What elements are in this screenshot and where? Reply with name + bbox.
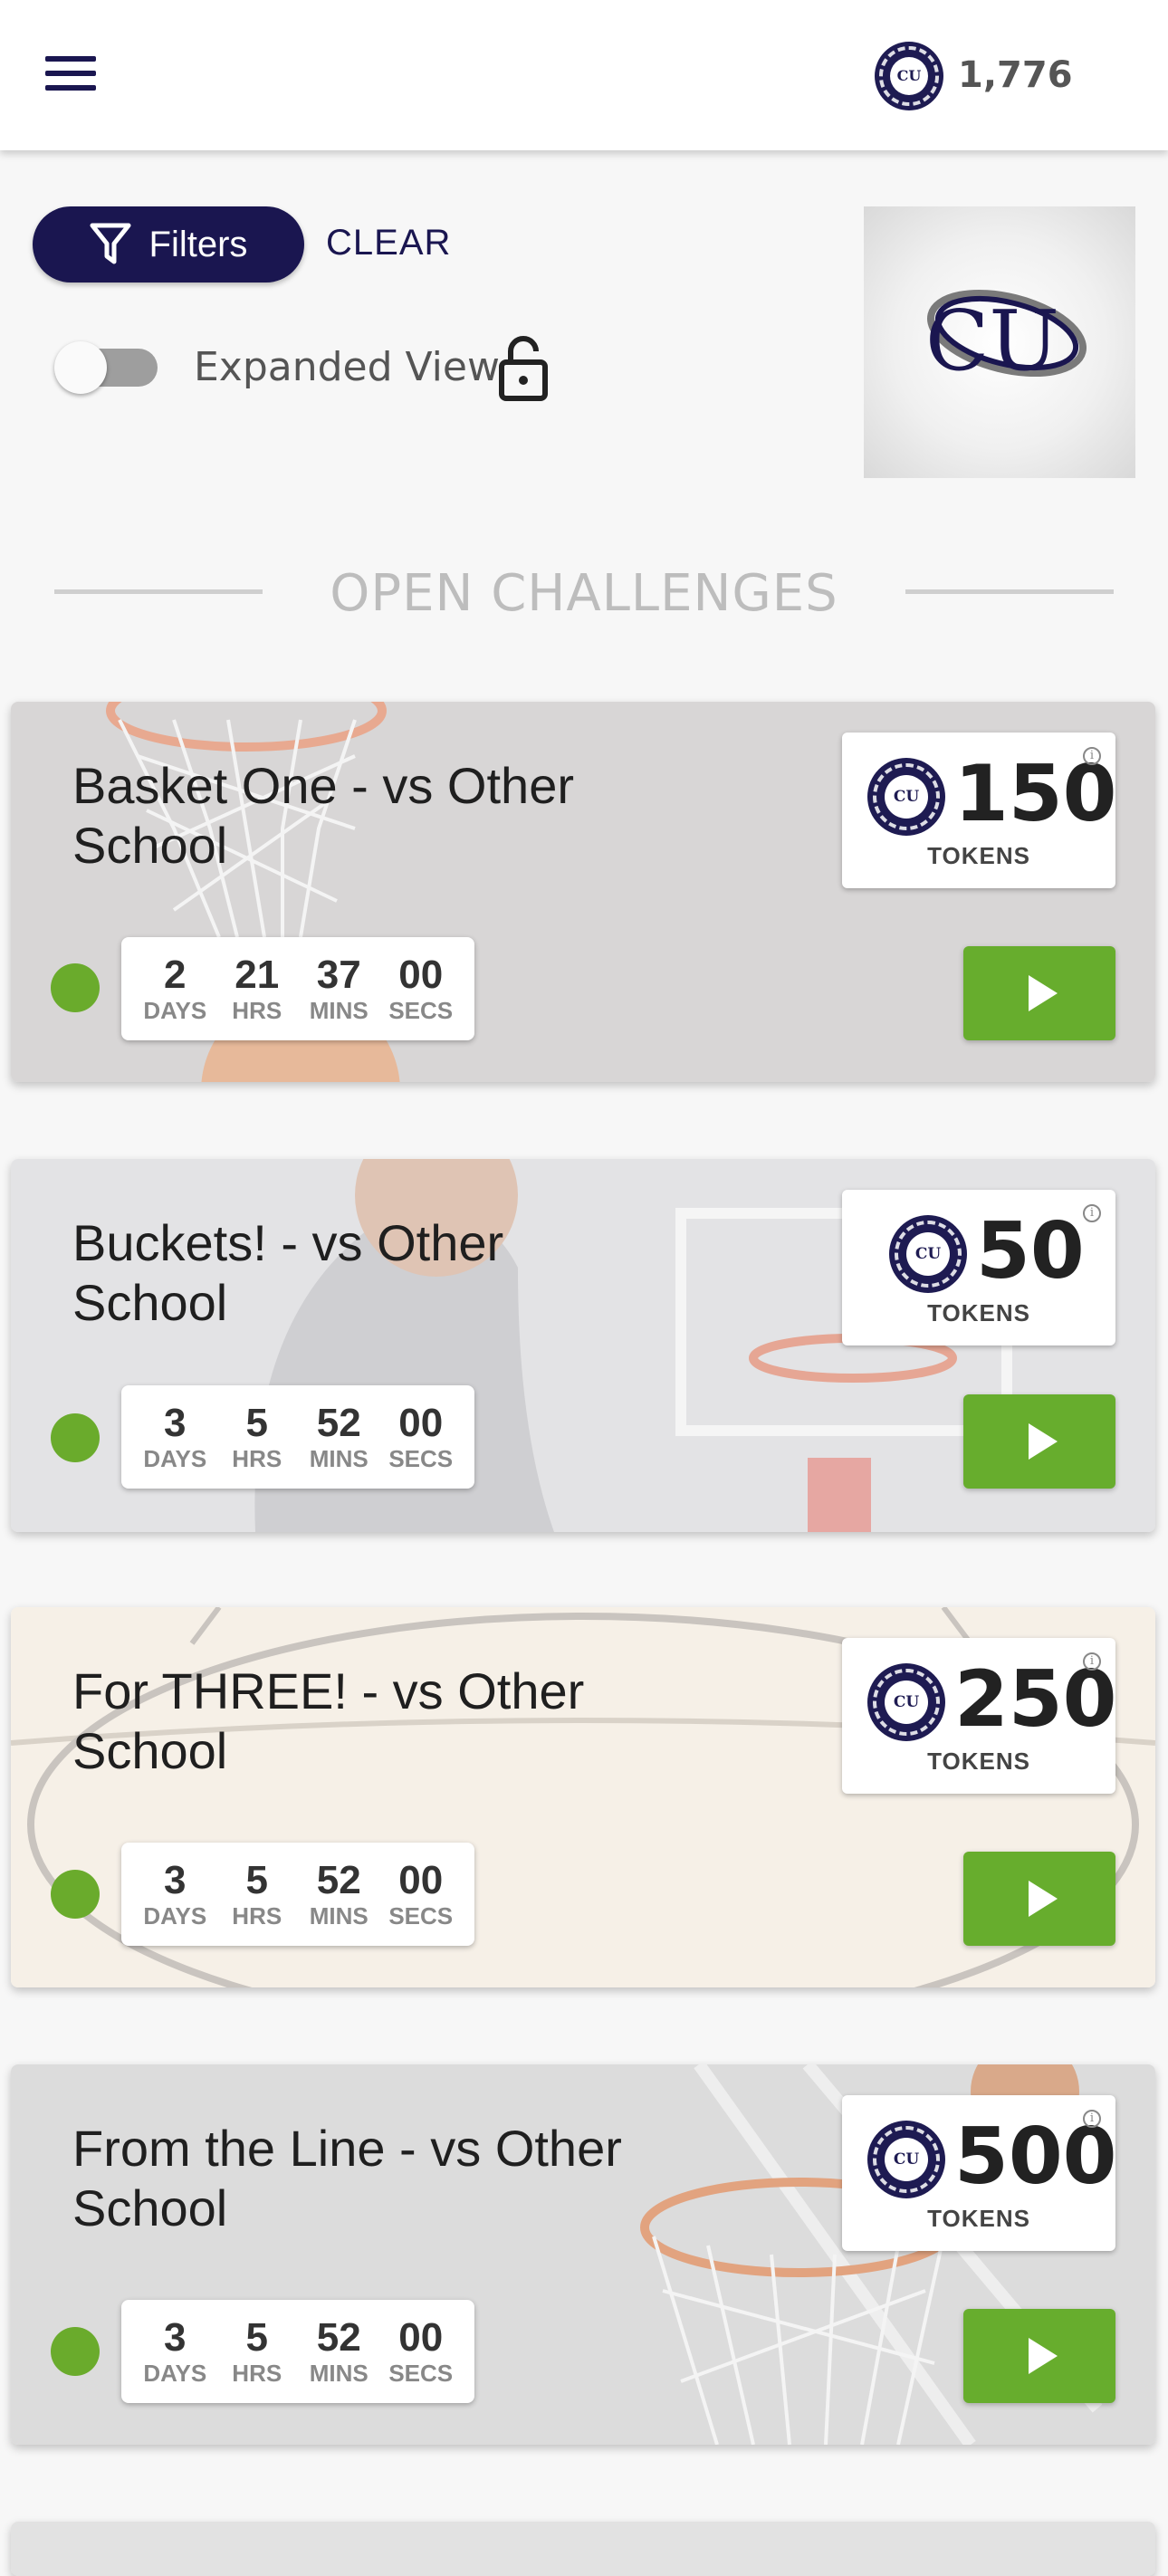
play-icon xyxy=(1029,1423,1058,1460)
countdown-mins: 52 xyxy=(316,1401,361,1445)
countdown-secs-label: SECS xyxy=(388,1445,454,1472)
challenge-title: For THREE! - vs Other School xyxy=(72,1662,585,1779)
challenge-card[interactable]: Buckets! - vs Other School CU 50 TOKENS … xyxy=(11,1159,1155,1532)
countdown-days-label: DAYS xyxy=(143,997,207,1024)
status-dot xyxy=(51,1870,100,1919)
countdown-mins: 52 xyxy=(316,2315,361,2360)
countdown-hrs: 5 xyxy=(245,2315,268,2360)
play-button[interactable] xyxy=(963,1852,1115,1946)
tokens-label: TOKENS xyxy=(927,1748,1030,1775)
countdown-mins: 52 xyxy=(316,1858,361,1902)
countdown-mins-label: MINS xyxy=(309,997,369,1024)
countdown-secs: 00 xyxy=(398,1401,444,1445)
countdown-hrs-label: HRS xyxy=(232,2360,282,2387)
token-balance: 1,776 xyxy=(958,54,1073,96)
countdown-hrs: 21 xyxy=(235,953,280,997)
countdown-timer: 2 DAYS 21 HRS 37 MINS 00 SECS xyxy=(121,937,474,1040)
filter-icon xyxy=(90,223,131,264)
countdown-secs: 00 xyxy=(398,2315,444,2360)
status-dot xyxy=(51,963,100,1012)
countdown-timer: 3 DAYS 5 HRS 52 MINS 00 SECS xyxy=(121,1843,474,1946)
countdown-hrs-label: HRS xyxy=(232,1902,282,1930)
countdown-days: 2 xyxy=(164,953,187,997)
play-icon xyxy=(1029,975,1058,1011)
coin-label: CU xyxy=(884,774,929,819)
expanded-view-toggle[interactable] xyxy=(54,341,158,394)
clear-filters-link[interactable]: CLEAR xyxy=(326,223,451,263)
toggle-knob xyxy=(54,341,107,394)
top-bar: CU 1,776 xyxy=(0,0,1168,150)
countdown-secs-label: SECS xyxy=(388,997,454,1024)
filters-button[interactable]: Filters xyxy=(33,206,304,282)
coin-icon: CU xyxy=(867,758,945,836)
play-button[interactable] xyxy=(963,946,1115,1040)
school-logo: CU xyxy=(864,206,1135,478)
challenge-title: Basket One - vs Other School xyxy=(72,757,574,874)
token-reward-box: CU 250 TOKENS i xyxy=(842,1638,1117,1794)
play-button[interactable] xyxy=(963,1394,1115,1489)
challenge-card[interactable]: Basket One - vs Other School CU 150 TOKE… xyxy=(11,702,1155,1082)
countdown-days-label: DAYS xyxy=(143,1902,207,1930)
coin-label: CU xyxy=(884,1680,929,1725)
play-icon xyxy=(1029,2338,1058,2374)
challenge-card[interactable]: For THREE! - vs Other School CU 250 TOKE… xyxy=(11,1607,1155,1987)
countdown-hrs-label: HRS xyxy=(232,1445,282,1472)
countdown-secs-label: SECS xyxy=(388,2360,454,2387)
challenge-title: From the Line - vs Other School xyxy=(72,2120,622,2236)
countdown-mins: 37 xyxy=(316,953,361,997)
lock-icon[interactable] xyxy=(496,333,550,402)
countdown-secs: 00 xyxy=(398,953,444,997)
info-icon[interactable]: i xyxy=(1083,747,1101,765)
challenge-card-partial[interactable] xyxy=(11,2522,1155,2576)
coin-label: CU xyxy=(889,56,929,96)
section-heading: OPEN CHALLENGES xyxy=(0,557,1168,629)
coin-icon: CU xyxy=(875,42,943,110)
info-icon[interactable]: i xyxy=(1083,1652,1101,1671)
token-reward-box: CU 50 TOKENS i xyxy=(842,1190,1115,1345)
coin-icon: CU xyxy=(889,1215,967,1293)
countdown-hrs-label: HRS xyxy=(232,997,282,1024)
countdown-days-label: DAYS xyxy=(143,1445,207,1472)
status-dot xyxy=(51,2327,100,2376)
countdown-days: 3 xyxy=(164,1858,187,1902)
tokens-label: TOKENS xyxy=(927,842,1030,869)
countdown-days-label: DAYS xyxy=(143,2360,207,2387)
logo-text: CU xyxy=(925,292,1059,389)
countdown-mins-label: MINS xyxy=(309,1902,369,1930)
countdown-timer: 3 DAYS 5 HRS 52 MINS 00 SECS xyxy=(121,2300,474,2403)
challenge-card[interactable]: From the Line - vs Other School CU 500 T… xyxy=(11,2064,1155,2445)
token-reward-box: CU 150 TOKENS i xyxy=(842,733,1117,888)
status-dot xyxy=(51,1413,100,1462)
play-button[interactable] xyxy=(963,2309,1115,2403)
filters-label: Filters xyxy=(148,224,248,264)
tokens-label: TOKENS xyxy=(927,1299,1030,1326)
token-reward-box: CU 500 TOKENS i xyxy=(842,2095,1117,2251)
countdown-days: 3 xyxy=(164,1401,187,1445)
countdown-secs: 00 xyxy=(398,1858,444,1902)
info-icon[interactable]: i xyxy=(1083,1204,1101,1222)
coin-icon: CU xyxy=(867,1663,945,1741)
coin-label: CU xyxy=(905,1231,951,1277)
expanded-view-label: Expanded View xyxy=(194,344,500,390)
countdown-mins-label: MINS xyxy=(309,2360,369,2387)
challenge-title: Buckets! - vs Other School xyxy=(72,1214,504,1331)
tokens-label: TOKENS xyxy=(927,2205,1030,2232)
countdown-timer: 3 DAYS 5 HRS 52 MINS 00 SECS xyxy=(121,1385,474,1489)
coin-icon: CU xyxy=(867,2121,945,2198)
menu-icon[interactable] xyxy=(45,56,109,96)
info-icon[interactable]: i xyxy=(1083,2110,1101,2128)
coin-label: CU xyxy=(884,2137,929,2182)
play-icon xyxy=(1029,1881,1058,1917)
countdown-hrs: 5 xyxy=(245,1858,268,1902)
countdown-mins-label: MINS xyxy=(309,1445,369,1472)
countdown-days: 3 xyxy=(164,2315,187,2360)
countdown-secs-label: SECS xyxy=(388,1902,454,1930)
countdown-hrs: 5 xyxy=(245,1401,268,1445)
token-amount: 50 xyxy=(976,1206,1085,1297)
